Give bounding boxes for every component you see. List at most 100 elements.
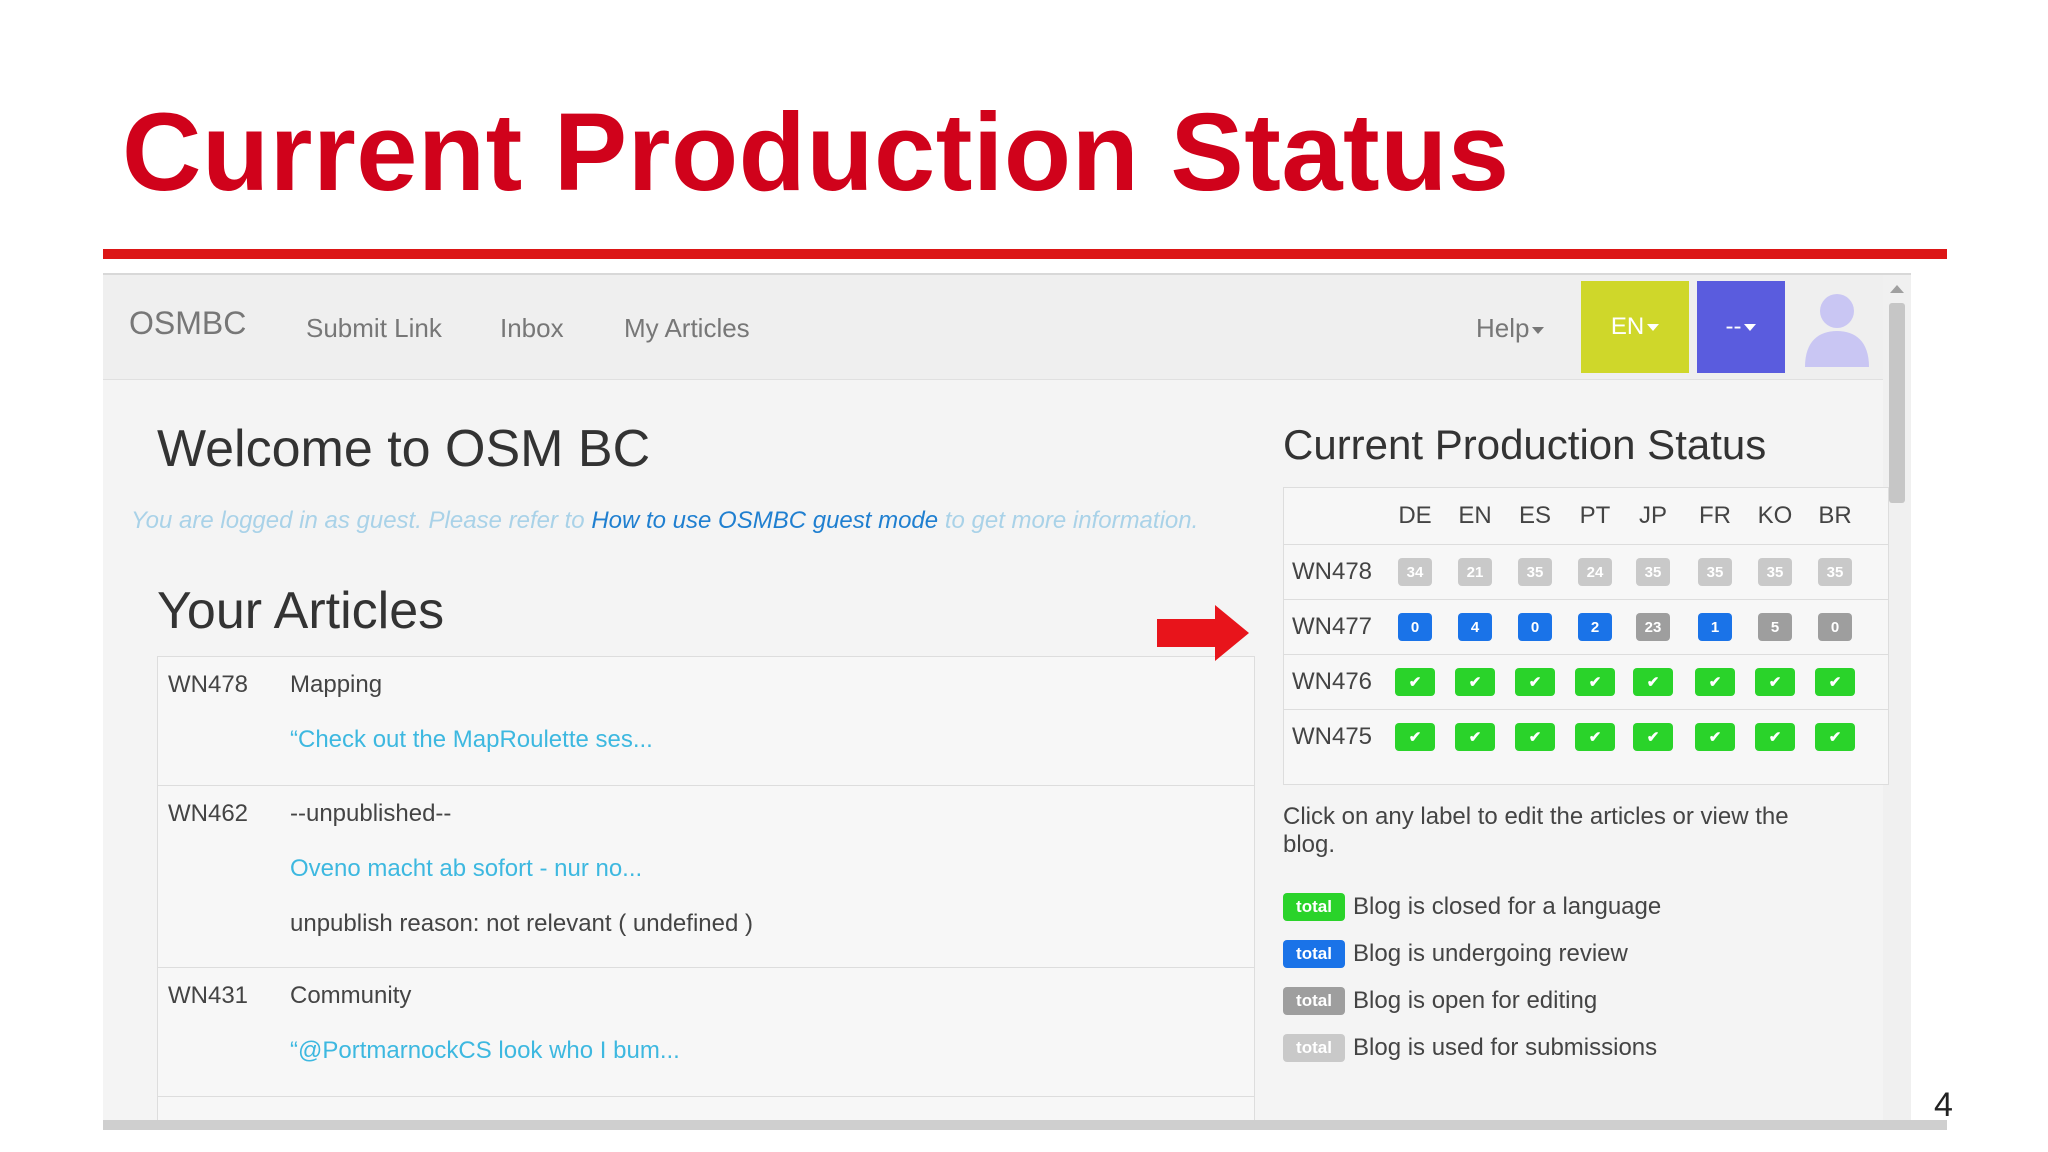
chevron-down-icon bbox=[1532, 326, 1545, 334]
status-count-badge[interactable]: 2 bbox=[1578, 613, 1612, 641]
article-category: Community bbox=[290, 982, 412, 1009]
status-row-blog-wn476[interactable]: WN476 bbox=[1292, 668, 1372, 696]
status-col-header-br: BR bbox=[1818, 502, 1852, 529]
legend-item: total Blog is open for editing bbox=[1283, 987, 1597, 1015]
navbar: OSMBC Submit Link Inbox My Articles Help… bbox=[103, 275, 1883, 380]
check-icon[interactable]: ✔ bbox=[1815, 668, 1855, 696]
avatar-icon[interactable] bbox=[1801, 285, 1873, 367]
status-col-header-pt: PT bbox=[1579, 502, 1611, 529]
production-status-heading: Current Production Status bbox=[1283, 421, 1767, 468]
status-count-badge[interactable]: 35 bbox=[1636, 558, 1670, 586]
red-arrow-right-icon bbox=[1157, 605, 1249, 661]
guest-note-text: You are logged in as guest. Please refer… bbox=[131, 507, 585, 534]
legend-badge: total bbox=[1283, 940, 1345, 968]
scroll-thumb[interactable] bbox=[1889, 303, 1905, 503]
row-separator bbox=[1284, 544, 1888, 545]
row-separator bbox=[1284, 599, 1888, 600]
article-link[interactable]: “Check out the MapRoulette ses... bbox=[290, 726, 653, 754]
table-row: WN431 Community “@PortmarnockCS look who… bbox=[158, 968, 1254, 1097]
status-count-badge[interactable]: 21 bbox=[1458, 558, 1492, 586]
guest-mode-help-link[interactable]: How to use OSMBC guest mode bbox=[591, 507, 938, 534]
row-separator bbox=[1284, 709, 1888, 710]
status-col-header-jp: JP bbox=[1638, 502, 1667, 529]
legend-item: total Blog is undergoing review bbox=[1283, 940, 1628, 968]
check-icon[interactable]: ✔ bbox=[1395, 668, 1435, 696]
production-status-table: DE EN ES PT JP FR KO BR WN478 34 21 35 24 35 35 35 35 WN4… bbox=[1283, 487, 1889, 785]
check-icon[interactable]: ✔ bbox=[1695, 668, 1735, 696]
article-link[interactable]: “@PortmarnockCS look who I bum... bbox=[290, 1037, 680, 1065]
help-dropdown[interactable]: Help bbox=[1476, 313, 1545, 344]
unpublish-reason: unpublish reason: not relevant ( undefin… bbox=[290, 910, 753, 937]
language-dropdown[interactable]: EN bbox=[1581, 281, 1689, 373]
scroll-up-icon[interactable] bbox=[1890, 285, 1904, 293]
nav-submit-link[interactable]: Submit Link bbox=[306, 313, 442, 344]
check-icon[interactable]: ✔ bbox=[1633, 668, 1673, 696]
nav-inbox[interactable]: Inbox bbox=[500, 313, 564, 344]
legend-text: Blog is used for submissions bbox=[1353, 1034, 1658, 1061]
status-count-badge[interactable]: 23 bbox=[1636, 613, 1670, 641]
article-category: --unpublished-- bbox=[290, 800, 452, 827]
check-icon[interactable]: ✔ bbox=[1755, 668, 1795, 696]
title-divider bbox=[103, 249, 1947, 259]
legend-text: Blog is open for editing bbox=[1353, 987, 1598, 1014]
status-col-header-ko: KO bbox=[1757, 502, 1793, 529]
article-link[interactable]: Oveno macht ab sofort - nur no... bbox=[290, 855, 642, 883]
check-icon[interactable]: ✔ bbox=[1633, 723, 1673, 751]
help-label: Help bbox=[1476, 313, 1530, 343]
user-dropdown[interactable]: -- bbox=[1697, 281, 1785, 373]
table-row: WN462 --unpublished-- Oveno macht ab sof… bbox=[158, 786, 1254, 968]
status-count-badge[interactable]: 0 bbox=[1398, 613, 1432, 641]
guest-note: You are logged in as guest. Please refer… bbox=[131, 507, 1198, 535]
chevron-down-icon bbox=[1647, 323, 1660, 331]
legend-item: total Blog is closed for a language bbox=[1283, 893, 1661, 921]
status-row-blog-wn475[interactable]: WN475 bbox=[1292, 723, 1372, 751]
status-count-badge[interactable]: 34 bbox=[1398, 558, 1432, 586]
status-col-header-fr: FR bbox=[1699, 502, 1731, 529]
row-separator bbox=[1284, 654, 1888, 655]
legend-badge: total bbox=[1283, 893, 1345, 921]
articles-table: WN478 Mapping “Check out the MapRoulette… bbox=[157, 656, 1255, 1123]
legend-intro: Click on any label to edit the articles … bbox=[1283, 803, 1789, 858]
status-count-badge[interactable]: 35 bbox=[1698, 558, 1732, 586]
status-col-header-es: ES bbox=[1518, 502, 1551, 529]
status-col-header-en: EN bbox=[1458, 502, 1492, 529]
legend-text: Blog is undergoing review bbox=[1353, 940, 1628, 967]
status-count-badge[interactable]: 35 bbox=[1758, 558, 1792, 586]
status-count-badge[interactable]: 1 bbox=[1698, 613, 1732, 641]
status-count-badge[interactable]: 5 bbox=[1758, 613, 1792, 641]
check-icon[interactable]: ✔ bbox=[1695, 723, 1735, 751]
status-count-badge[interactable]: 0 bbox=[1518, 613, 1552, 641]
status-count-badge[interactable]: 24 bbox=[1578, 558, 1612, 586]
nav-my-articles[interactable]: My Articles bbox=[624, 313, 750, 344]
app-screenshot: OSMBC Submit Link Inbox My Articles Help… bbox=[103, 273, 1911, 1123]
article-blog-number[interactable]: WN431 bbox=[168, 982, 248, 1010]
check-icon[interactable]: ✔ bbox=[1515, 668, 1555, 696]
legend-item: total Blog is used for submissions bbox=[1283, 1034, 1657, 1062]
legend-text: Blog is closed for a language bbox=[1353, 893, 1662, 920]
check-icon[interactable]: ✔ bbox=[1575, 723, 1615, 751]
check-icon[interactable]: ✔ bbox=[1815, 723, 1855, 751]
status-count-badge[interactable]: 4 bbox=[1458, 613, 1492, 641]
guest-note-text-end: to get more information. bbox=[944, 507, 1199, 534]
check-icon[interactable]: ✔ bbox=[1515, 723, 1555, 751]
bottom-divider bbox=[103, 1120, 1947, 1130]
user-label: -- bbox=[1725, 313, 1742, 340]
check-icon[interactable]: ✔ bbox=[1755, 723, 1795, 751]
status-count-badge[interactable]: 0 bbox=[1818, 613, 1852, 641]
page-number: 4 bbox=[1934, 1086, 1953, 1124]
brand-link[interactable]: OSMBC bbox=[129, 305, 246, 342]
slide-title: Current Production Status bbox=[122, 91, 1510, 214]
check-icon[interactable]: ✔ bbox=[1455, 668, 1495, 696]
check-icon[interactable]: ✔ bbox=[1575, 668, 1615, 696]
chevron-down-icon bbox=[1744, 323, 1757, 331]
table-row: WN478 Mapping “Check out the MapRoulette… bbox=[158, 657, 1254, 786]
status-row-blog-wn477[interactable]: WN477 bbox=[1292, 613, 1372, 641]
check-icon[interactable]: ✔ bbox=[1455, 723, 1495, 751]
status-count-badge[interactable]: 35 bbox=[1818, 558, 1852, 586]
check-icon[interactable]: ✔ bbox=[1395, 723, 1435, 751]
article-blog-number[interactable]: WN478 bbox=[168, 671, 248, 699]
status-count-badge[interactable]: 35 bbox=[1518, 558, 1552, 586]
article-category: Mapping bbox=[290, 671, 383, 698]
article-blog-number[interactable]: WN462 bbox=[168, 800, 248, 828]
status-row-blog-wn478[interactable]: WN478 bbox=[1292, 558, 1372, 586]
